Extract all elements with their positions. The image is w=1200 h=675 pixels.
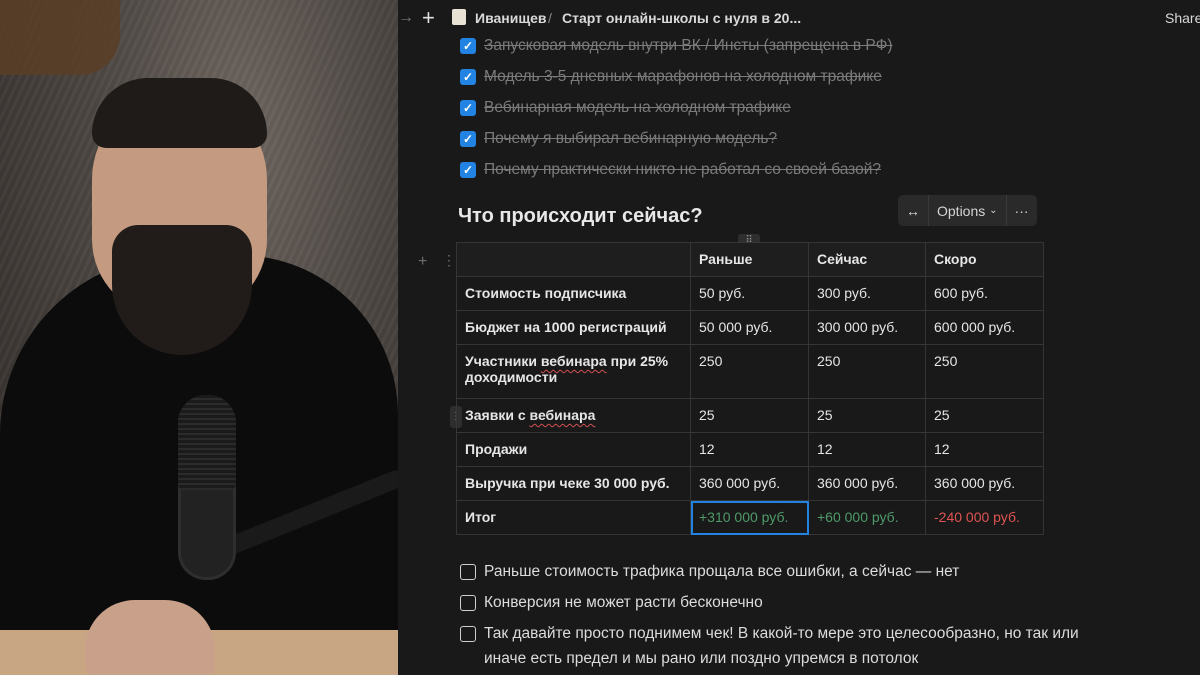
todo-text[interactable]: Запусковая модель внутри ВК / Инсты (зап… xyxy=(484,37,893,55)
new-page-plus-icon[interactable]: + xyxy=(422,5,435,31)
cell-before[interactable]: 250 xyxy=(690,344,809,399)
todo-item-done: ✓ Почему практически никто не работал со… xyxy=(460,161,881,179)
checkbox-unchecked[interactable] xyxy=(460,564,476,580)
webcam-video xyxy=(0,0,398,675)
cell-now[interactable]: 250 xyxy=(808,344,926,399)
todo-text-continuation: иначе есть предел и мы рано или поздно у… xyxy=(484,650,918,668)
header-cell-now[interactable]: Сейчас xyxy=(808,242,926,277)
cell-before[interactable]: 25 xyxy=(690,398,809,433)
table-row: Продажи 12 12 12 xyxy=(456,432,1044,467)
table-row: Стоимость подписчика 50 руб. 300 руб. 60… xyxy=(456,276,1044,311)
cell-before[interactable]: 50 000 руб. xyxy=(690,310,809,345)
cell-before[interactable]: 360 000 руб. xyxy=(690,466,809,501)
spellcheck-word: вебинара xyxy=(529,407,596,423)
table-row: Заявки с вебинара 25 25 25 xyxy=(456,398,1044,433)
topbar: → + Иванищев / Старт онлайн-школы с нуля… xyxy=(398,0,1200,36)
table-more-button[interactable]: ··· xyxy=(1007,195,1037,226)
table-row-total: Итог +310 000 руб. +60 000 руб. -240 000… xyxy=(456,500,1044,535)
todo-text[interactable]: Конверсия не может расти бесконечно xyxy=(484,594,763,612)
section-heading[interactable]: Что происходит сейчас? xyxy=(458,205,703,228)
breadcrumb-separator: / xyxy=(548,10,552,26)
row-label-part: Участники xyxy=(465,353,537,369)
row-label[interactable]: Участники вебинара при 25% доходимости xyxy=(456,344,691,399)
checkbox-checked[interactable]: ✓ xyxy=(460,162,476,178)
page-icon xyxy=(452,9,466,25)
todo-text[interactable]: Почему я выбирал вебинарную модель? xyxy=(484,130,777,148)
todo-text[interactable]: Раньше стоимость трафика прощала все оши… xyxy=(484,563,959,581)
todo-text[interactable]: иначе есть предел и мы рано или поздно у… xyxy=(484,650,918,668)
todo-item-done: ✓ Запусковая модель внутри ВК / Инсты (з… xyxy=(460,37,893,55)
microphone-grill xyxy=(178,395,236,490)
cell-soon[interactable]: 600 000 руб. xyxy=(925,310,1044,345)
checkbox-checked[interactable]: ✓ xyxy=(460,100,476,116)
cell-soon[interactable]: 25 xyxy=(925,398,1044,433)
table-toolbar: ↔ Options ⌄ ··· xyxy=(898,195,1037,226)
presenter-hair xyxy=(92,78,267,148)
more-icon: ··· xyxy=(1014,202,1029,219)
cell-before[interactable]: 50 руб. xyxy=(690,276,809,311)
row-label[interactable]: Продажи xyxy=(456,432,691,467)
cell-now[interactable]: 360 000 руб. xyxy=(808,466,926,501)
row-label[interactable]: Стоимость подписчика xyxy=(456,276,691,311)
row-label[interactable]: Итог xyxy=(456,500,691,535)
row-label[interactable]: Заявки с вебинара xyxy=(456,398,691,433)
table-header-row: Раньше Сейчас Скоро xyxy=(456,242,1044,277)
todo-item-done: ✓ Почему я выбирал вебинарную модель? xyxy=(460,130,777,148)
todo-item-done: ✓ Вебинарная модель на холодном трафике xyxy=(460,99,791,117)
breadcrumb-owner[interactable]: Иванищев xyxy=(475,10,547,26)
expand-width-icon: ↔ xyxy=(906,202,920,219)
cell-soon[interactable]: 12 xyxy=(925,432,1044,467)
table-options-button[interactable]: Options ⌄ xyxy=(929,195,1007,226)
cell-now[interactable]: 12 xyxy=(808,432,926,467)
share-button[interactable]: Share xyxy=(1165,10,1200,26)
cell-now[interactable]: +60 000 руб. xyxy=(808,500,926,535)
presenter-hands xyxy=(85,600,215,675)
breadcrumb-page[interactable]: Старт онлайн-школы с нуля в 20... xyxy=(562,10,801,26)
add-block-plus-icon[interactable]: + xyxy=(418,253,427,271)
todo-item: Так давайте просто поднимем чек! В какой… xyxy=(460,625,1079,643)
cell-now[interactable]: 300 руб. xyxy=(808,276,926,311)
todo-item: Раньше стоимость трафика прощала все оши… xyxy=(460,563,959,581)
cell-soon[interactable]: 600 руб. xyxy=(925,276,1044,311)
todo-text[interactable]: Модель 3-5 дневных марафонов на холодном… xyxy=(484,68,882,86)
checkbox-unchecked[interactable] xyxy=(460,595,476,611)
todo-text[interactable]: Вебинарная модель на холодном трафике xyxy=(484,99,791,117)
table-row: Участники вебинара при 25% доходимости 2… xyxy=(456,344,1044,399)
cell-now[interactable]: 300 000 руб. xyxy=(808,310,926,345)
cell-before[interactable]: 12 xyxy=(690,432,809,467)
todo-item-done: ✓ Модель 3-5 дневных марафонов на холодн… xyxy=(460,68,882,86)
row-label[interactable]: Бюджет на 1000 регистраций xyxy=(456,310,691,345)
header-cell-soon[interactable]: Скоро xyxy=(925,242,1044,277)
notion-page: → + Иванищев / Старт онлайн-школы с нуля… xyxy=(398,0,1200,675)
row-label[interactable]: Выручка при чеке 30 000 руб. xyxy=(456,466,691,501)
table-row: Выручка при чеке 30 000 руб. 360 000 руб… xyxy=(456,466,1044,501)
comparison-table: Раньше Сейчас Скоро Стоимость подписчика… xyxy=(456,242,1044,535)
cell-soon[interactable]: 360 000 руб. xyxy=(925,466,1044,501)
wall-map xyxy=(0,0,120,75)
todo-item: Конверсия не может расти бесконечно xyxy=(460,594,763,612)
spellcheck-word: вебинара xyxy=(540,353,607,369)
table-width-button[interactable]: ↔ xyxy=(898,195,929,226)
row-label-part: Заявки с xyxy=(465,407,530,423)
chevron-down-icon: ⌄ xyxy=(989,205,998,216)
table-row: Бюджет на 1000 регистраций 50 000 руб. 3… xyxy=(456,310,1044,345)
checkbox-checked[interactable]: ✓ xyxy=(460,38,476,54)
header-cell[interactable] xyxy=(456,242,691,277)
header-cell-before[interactable]: Раньше xyxy=(690,242,809,277)
checkbox-unchecked[interactable] xyxy=(460,626,476,642)
cell-before-selected[interactable]: +310 000 руб. xyxy=(690,500,809,535)
cell-soon[interactable]: 250 xyxy=(925,344,1044,399)
checkbox-checked[interactable]: ✓ xyxy=(460,69,476,85)
forward-arrow-icon[interactable]: → xyxy=(398,9,414,27)
cell-now[interactable]: 25 xyxy=(808,398,926,433)
todo-text[interactable]: Так давайте просто поднимем чек! В какой… xyxy=(484,625,1079,643)
cell-soon[interactable]: -240 000 руб. xyxy=(925,500,1044,535)
todo-text[interactable]: Почему практически никто не работал со с… xyxy=(484,161,881,179)
checkbox-checked[interactable]: ✓ xyxy=(460,131,476,147)
options-label: Options xyxy=(937,202,986,219)
